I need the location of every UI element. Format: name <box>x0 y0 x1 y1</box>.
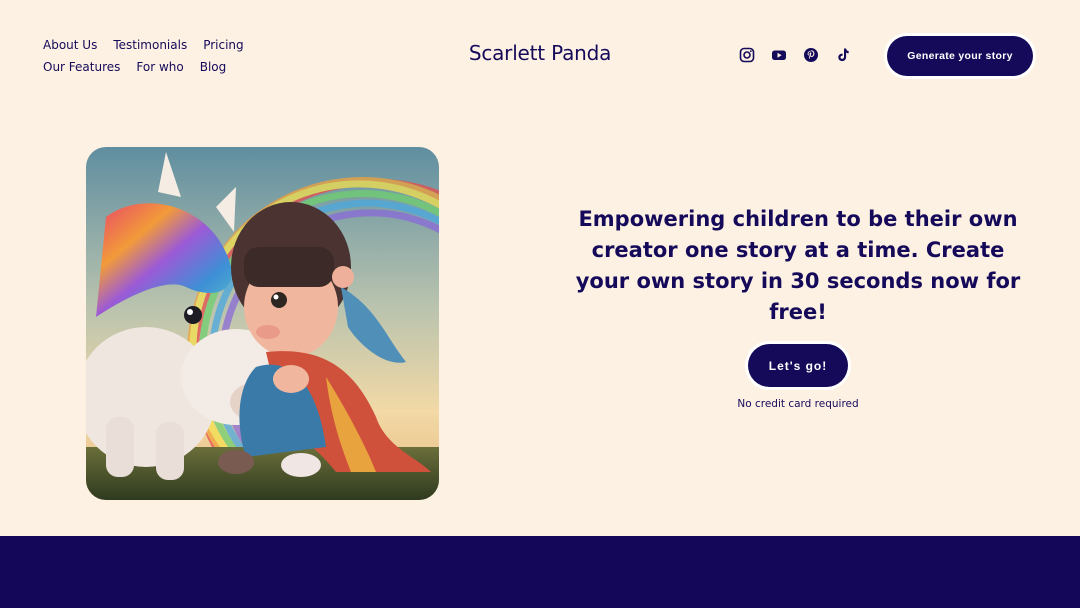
social-links <box>739 47 851 63</box>
hero-illustration <box>86 147 439 500</box>
nav-our-features[interactable]: Our Features <box>43 59 120 75</box>
footer-band <box>0 536 1080 608</box>
generate-story-button[interactable]: Generate your story <box>887 36 1033 76</box>
youtube-icon[interactable] <box>771 47 787 63</box>
nav-testimonials[interactable]: Testimonials <box>113 37 187 53</box>
girl-and-unicorn-image <box>86 147 439 500</box>
instagram-icon[interactable] <box>739 47 755 63</box>
page: About Us Testimonials Pricing Our Featur… <box>0 0 1080 608</box>
main-nav: About Us Testimonials Pricing Our Featur… <box>43 37 333 75</box>
nav-blog[interactable]: Blog <box>200 59 227 75</box>
nav-about-us[interactable]: About Us <box>43 37 97 53</box>
hero-headline: Empowering children to be their own crea… <box>575 207 1021 324</box>
tiktok-icon[interactable] <box>835 47 851 63</box>
pinterest-icon[interactable] <box>803 47 819 63</box>
nav-pricing[interactable]: Pricing <box>203 37 243 53</box>
lets-go-button[interactable]: Let's go! <box>748 344 848 387</box>
brand-logo-text[interactable]: Scarlett Panda <box>469 41 612 65</box>
nav-for-who[interactable]: For who <box>136 59 183 75</box>
no-credit-card-note: No credit card required <box>737 398 859 410</box>
